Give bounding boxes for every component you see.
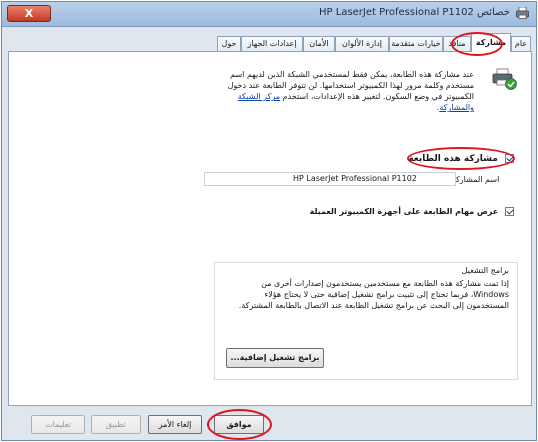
sharing-info-text: عند مشاركة هذه الطابعة، يمكن فقط لمستخدم… [227,70,474,112]
tab-advanced[interactable]: خيارات متقدمة [389,36,443,51]
sharing-panel: عند مشاركة هذه الطابعة، يمكن فقط لمستخدم… [8,51,532,406]
additional-drivers-button[interactable]: برامج تشغيل إضافية... [226,348,324,368]
share-printer-checkbox[interactable] [505,154,514,163]
tab-general[interactable]: عام [511,36,531,51]
share-printer-row[interactable]: مشاركة هذه الطابعة [408,154,514,168]
cancel-button[interactable]: إلغاء الأمر [148,415,202,434]
tab-security[interactable]: الأمان [303,36,335,51]
drivers-title: برامج التشغيل [461,266,509,275]
close-button[interactable]: X [7,5,51,22]
share-name-input[interactable]: HP LaserJet Professional P1102 [204,172,456,186]
help-button[interactable]: تعليمات [31,415,85,434]
share-printer-label: مشاركة هذه الطابعة [408,154,498,164]
tab-color-management[interactable]: إدارة الألوان [335,36,389,51]
printer-icon [516,7,529,19]
ok-button[interactable]: موافق [214,415,264,434]
tab-ports[interactable]: منافذ [443,36,471,51]
close-icon: X [24,7,34,20]
tab-device-settings[interactable]: إعدادات الجهاز [241,36,303,51]
share-name-label: اسم المشاركة: [449,175,500,184]
tab-about[interactable]: حول [217,36,241,51]
drivers-description: إذا تمت مشاركة هذه الطابعة مع مستخدمين ي… [238,279,509,310]
shared-printer-icon [492,68,517,90]
render-jobs-checkbox[interactable] [505,207,514,216]
window-title: خصائص HP LaserJet Professional P1102 [319,7,510,18]
render-jobs-label: عرض مهام الطابعة على أجهزة الكمبيوتر الع… [309,207,499,216]
tab-sharing[interactable]: مشاركة [471,33,511,52]
apply-button[interactable]: تطبيق [91,415,141,434]
drivers-group: برامج التشغيل إذا تمت مشاركة هذه الطابعة… [214,262,518,380]
render-jobs-row[interactable]: عرض مهام الطابعة على أجهزة الكمبيوتر الع… [310,207,514,216]
title-bar: X خصائص HP LaserJet Professional P1102 [2,2,536,27]
printer-properties-window: X خصائص HP LaserJet Professional P1102 ع… [1,1,537,441]
tab-strip: عام مشاركة منافذ خيارات متقدمة إدارة الأ… [8,32,532,52]
